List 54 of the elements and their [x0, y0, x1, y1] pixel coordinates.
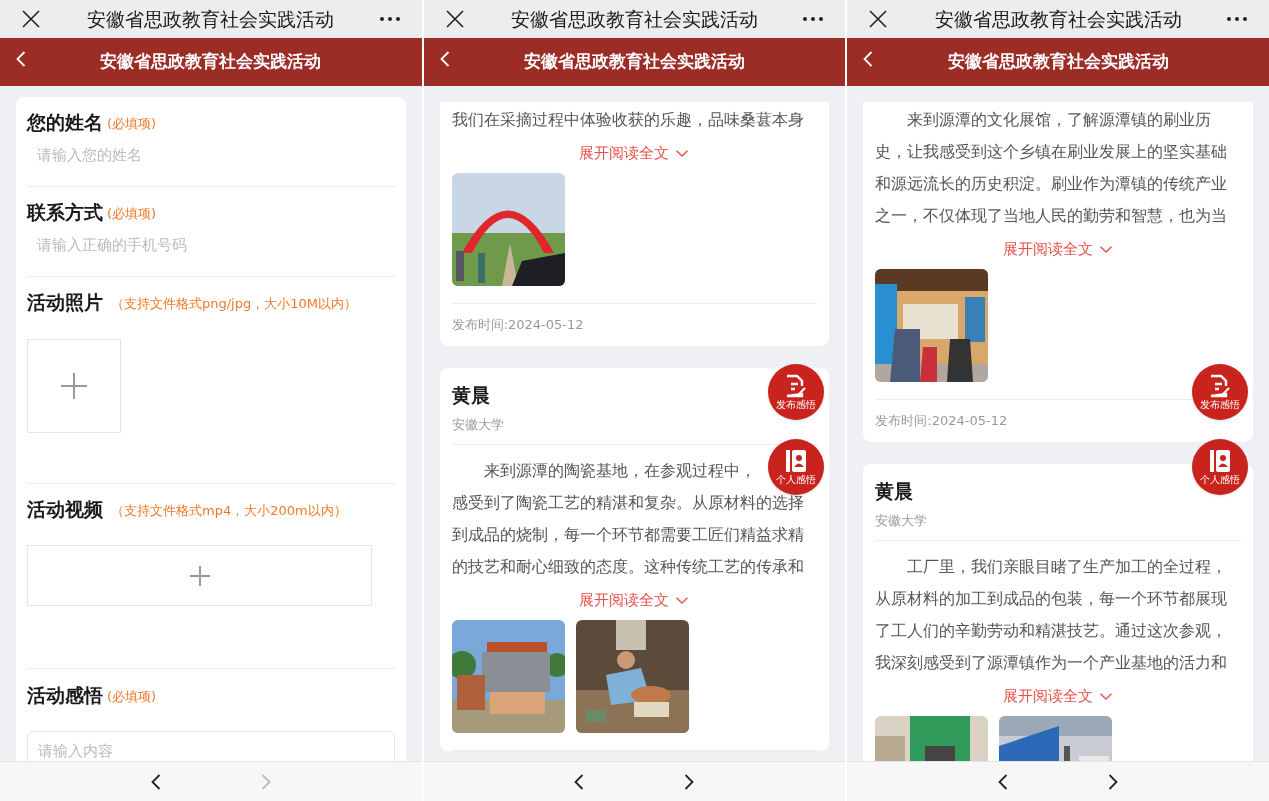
text-line: 了工人们的辛勤劳动和精湛技艺。通过这次参观，	[875, 620, 1228, 642]
input-field[interactable]: 请输入您的姓名	[27, 143, 395, 167]
contact-book-icon	[1209, 449, 1231, 473]
text-line: 和源远流长的历史积淀。刷业作为潭镇的传统产业	[875, 173, 1228, 195]
close-icon[interactable]	[445, 10, 464, 28]
more-icon[interactable]	[379, 17, 400, 21]
field-label: 活动感悟	[27, 683, 103, 708]
author-name: 黄晨	[875, 479, 914, 504]
text-line: 到成品的烧制，每一个环节都需要工匠们精益求精	[451, 524, 804, 546]
document-pen-icon	[785, 374, 808, 398]
close-icon[interactable]	[869, 10, 888, 28]
text-line: 来到源潭的文化展馆，了解源潭镇的刷业历	[906, 109, 1212, 131]
text-line: 史，让我感受到这个乡镇在刷业发展上的坚实基础	[875, 141, 1228, 163]
field-label: 活动照片	[27, 290, 103, 315]
publish-time: 发布时间:2024-05-12	[875, 412, 1008, 430]
plus-icon	[189, 565, 210, 586]
page-title: 安徽省思政教育社会实践活动	[934, 6, 1182, 32]
text-line: 从原材料的加工到成品的包装，每一个环节都展现	[875, 588, 1228, 610]
text-line: 感受到了陶瓷工艺的精湛和复杂。从原材料的选择	[451, 492, 804, 514]
expand-link[interactable]: 展开阅读全文	[1003, 681, 1114, 711]
required-note: （支持文件格式png/jpg，大小10M以内）	[111, 295, 357, 313]
expand-link[interactable]: 展开阅读全文	[579, 138, 690, 168]
text-line: 工厂里，我们亲眼目睹了生产加工的全过程，	[906, 556, 1228, 578]
school-name: 安徽大学	[875, 512, 928, 530]
page-title: 安徽省思政教育社会实践活动	[87, 6, 335, 32]
close-icon[interactable]	[22, 10, 40, 28]
text-line: 我深刻感受到了源潭镇作为一个产业基地的活力和	[875, 652, 1228, 674]
page-title: 安徽省思政教育社会实践活动	[511, 6, 758, 32]
header-title: 安徽省思政教育社会实践活动	[100, 50, 322, 74]
required-note: (必填项)	[107, 115, 157, 133]
expand-link[interactable]: 展开阅读全文	[579, 585, 690, 615]
input-field[interactable]: 请输入正确的手机号码	[27, 233, 395, 257]
more-icon[interactable]	[803, 17, 824, 21]
publish-time: 发布时间:2024-05-12	[451, 316, 584, 334]
text-line: 来到源潭的陶瓷基地，在参观过程中，	[482, 460, 756, 482]
plus-icon	[61, 373, 87, 399]
text-area[interactable]: 请输入内容	[27, 731, 395, 761]
required-note: (必填项)	[107, 688, 157, 706]
text-line: 的技艺和耐心细致的态度。这种传统工艺的传承和	[451, 556, 804, 578]
field-label: 联系方式	[27, 200, 103, 225]
school-name: 安徽大学	[451, 416, 504, 434]
text-line: 我们在采摘过程中体验收获的乐趣，品味桑葚本身	[451, 109, 804, 131]
field-label: 活动视频	[27, 497, 103, 522]
required-note: (必填项)	[107, 205, 157, 223]
author-name: 黄晨	[451, 383, 490, 408]
header-title: 安徽省思政教育社会实践活动	[524, 50, 745, 74]
header-title: 安徽省思政教育社会实践活动	[947, 50, 1169, 74]
field-label: 您的姓名	[27, 110, 103, 135]
required-note: （支持文件格式mp4，大小200m以内）	[111, 502, 347, 520]
more-icon[interactable]	[1227, 17, 1247, 21]
text-line: 之一，不仅体现了当地人民的勤劳和智慧，也为当	[875, 205, 1228, 227]
document-pen-icon	[1209, 374, 1231, 398]
expand-link[interactable]: 展开阅读全文	[1003, 234, 1114, 264]
contact-book-icon	[785, 449, 808, 473]
